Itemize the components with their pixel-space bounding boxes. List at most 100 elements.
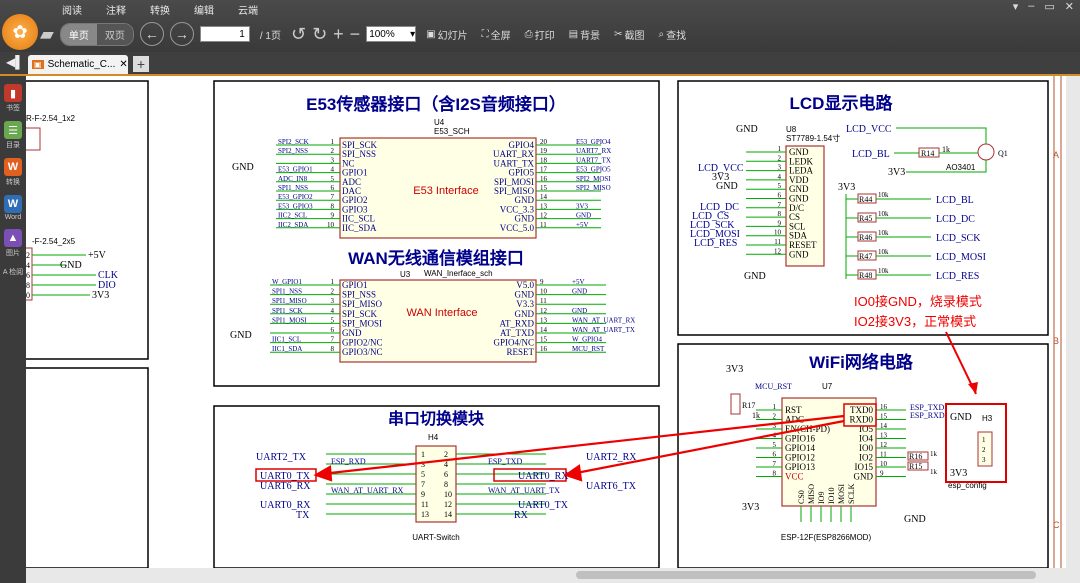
horizontal-scrollbar[interactable] bbox=[26, 568, 1080, 583]
uart-pin-number: 1 bbox=[421, 450, 425, 459]
wan-left-net: SPI1_NSS bbox=[272, 288, 302, 296]
e53-part: E53_SCH bbox=[434, 127, 470, 136]
frame-label-c: C bbox=[1053, 520, 1060, 530]
page-number-input[interactable]: 1 bbox=[199, 26, 250, 42]
esp-rxd-label: ESP_RXD bbox=[910, 411, 945, 420]
search-icon: ⌕ bbox=[658, 28, 665, 40]
menu-tab-convert[interactable]: 转换 bbox=[138, 0, 182, 20]
uart-inner-right: WAN_AT_UART_TX bbox=[488, 486, 560, 495]
res-net: LCD_DC bbox=[936, 214, 975, 225]
wifi-ref: U7 bbox=[822, 382, 833, 391]
frame-label-b: B bbox=[1053, 336, 1059, 346]
uart-right-label: RX bbox=[514, 510, 529, 521]
add-tab-button[interactable]: + bbox=[133, 56, 149, 72]
sidebar-item-word[interactable]: W Word bbox=[0, 195, 26, 221]
single-page-button[interactable]: 单页 bbox=[60, 23, 97, 45]
rotate-right-icon[interactable]: ↻ bbox=[312, 24, 327, 45]
net-gnd: GND bbox=[60, 260, 82, 271]
sidebar-item-label: A 检阅 bbox=[2, 269, 24, 276]
fullscreen-icon: ⛶ bbox=[481, 28, 489, 40]
vertical-scrollbar[interactable] bbox=[1066, 76, 1080, 568]
wan-section: WAN无线通信模组接口 U3 WAN_Inerface_sch WAN Inte… bbox=[230, 248, 635, 363]
menu-tab-edit[interactable]: 编辑 bbox=[182, 0, 226, 20]
sidebar-item-label: 目录 bbox=[6, 142, 20, 149]
wifi-bottom-pin: SCLK bbox=[847, 483, 856, 504]
collapse-sidebar-icon[interactable]: ◀▌ bbox=[6, 55, 24, 69]
zoom-in-icon[interactable]: + bbox=[333, 24, 344, 45]
wan-pin-number: 3 bbox=[331, 297, 335, 305]
sidebar-item-convert[interactable]: W 转换 bbox=[0, 158, 26, 187]
e53-right-net: SPI2_MISO bbox=[576, 184, 611, 192]
screenshot-button[interactable]: ✂ 截图 bbox=[610, 25, 648, 44]
e53-left-net: ADC_IN8 bbox=[278, 175, 308, 183]
menu-tab-read[interactable]: 阅读 bbox=[50, 0, 94, 20]
e53-left-net: E53_GPIO3 bbox=[278, 202, 313, 210]
sidebar-item-bookmark[interactable]: ▮ 书签 bbox=[0, 84, 26, 113]
sidebar-item-toc[interactable]: ☰ 目录 bbox=[0, 121, 26, 150]
mcu-rst-label: MCU_RST bbox=[755, 382, 792, 391]
wifi-right-pin: RXD0 bbox=[849, 415, 873, 425]
dropdown-icon[interactable]: ▾ bbox=[1013, 0, 1019, 13]
folder-icon[interactable]: ▰ bbox=[40, 24, 54, 45]
horizontal-scroll-thumb[interactable] bbox=[576, 571, 1036, 579]
wan-pin-number: 16 bbox=[540, 345, 548, 353]
wifi-left-pin: VCC bbox=[785, 472, 804, 482]
close-icon[interactable]: ✕ bbox=[1065, 0, 1074, 13]
uart-pin-number: 11 bbox=[421, 500, 429, 509]
zoom-out-icon[interactable]: − bbox=[350, 24, 361, 45]
background-button[interactable]: ▤ 背景 bbox=[565, 25, 604, 44]
sidebar-item-image[interactable]: ▲ 图片 bbox=[0, 229, 26, 258]
slideshow-button[interactable]: ▣ 幻灯片 bbox=[422, 25, 471, 44]
maximize-icon[interactable]: ▭ bbox=[1044, 0, 1054, 13]
conn2-part: -F-2.54_2x5 bbox=[32, 237, 76, 246]
frame-label-a: A bbox=[1053, 150, 1059, 160]
wan-left-net: IIC1_SCL bbox=[272, 336, 301, 344]
wan-pin-number: 15 bbox=[540, 336, 548, 344]
uart-part: UART-Switch bbox=[412, 533, 459, 542]
e53-left-net: IIC2_SDA bbox=[278, 221, 308, 229]
fullscreen-button[interactable]: ⛶ 全屏 bbox=[478, 25, 515, 44]
sidebar-item-review[interactable]: A 检阅 bbox=[0, 266, 26, 277]
e53-right-net: +5V bbox=[576, 221, 589, 229]
wifi-pin-number: 10 bbox=[880, 460, 888, 468]
e53-pin-number: 10 bbox=[327, 221, 335, 229]
app-logo-icon[interactable]: ✿ bbox=[2, 14, 38, 50]
lcd-pin-number: 6 bbox=[778, 192, 782, 200]
resistor-val: 10k bbox=[878, 248, 889, 256]
wan-right-net: WAN_AT_UART_TX bbox=[572, 326, 635, 334]
zoom-select[interactable]: 100% ▾ bbox=[366, 26, 417, 42]
next-page-icon[interactable]: → bbox=[169, 22, 194, 46]
e53-pin-number: 3 bbox=[331, 156, 335, 164]
wan-pin-number: 11 bbox=[540, 297, 547, 305]
wan-left-pin: GPIO3/NC bbox=[342, 347, 383, 357]
print-button[interactable]: ⎙ 打印 bbox=[521, 25, 559, 44]
double-page-button[interactable]: 双页 bbox=[96, 23, 133, 45]
prev-page-icon[interactable]: ← bbox=[139, 22, 164, 46]
uart-ref: H4 bbox=[428, 433, 439, 442]
close-tab-icon[interactable]: ✕ bbox=[119, 59, 127, 70]
wifi-3v3: 3V3 bbox=[726, 364, 743, 375]
e53-pin-number: 2 bbox=[331, 147, 335, 155]
sidebar-item-label: Word bbox=[4, 214, 22, 221]
wifi-part: ESP-12F(ESP8266MOD) bbox=[781, 533, 872, 542]
minimize-icon[interactable]: – bbox=[1028, 0, 1034, 13]
menu-tab-annotate[interactable]: 注释 bbox=[94, 0, 138, 20]
h3-pin: 3 bbox=[982, 456, 986, 464]
background-icon: ▤ bbox=[568, 28, 579, 40]
uart-left-label: TX bbox=[296, 510, 310, 521]
wan-ref: U3 bbox=[400, 270, 411, 279]
e53-left-net: SPI2_NSS bbox=[278, 147, 308, 155]
wan-left-net: W_GPIO1 bbox=[272, 278, 302, 286]
pdf-file-icon: ▣ bbox=[32, 60, 44, 69]
menu-tab-cloud[interactable]: 云端 bbox=[226, 0, 270, 20]
wifi-pin-number: 9 bbox=[880, 470, 884, 478]
search-button[interactable]: ⌕ 查找 bbox=[654, 25, 690, 44]
wan-right-pin: AT_TXD bbox=[500, 328, 534, 338]
document-tab[interactable]: ▣ Schematic_C... ✕ bbox=[28, 55, 128, 74]
wan-pin-number: 1 bbox=[331, 278, 335, 286]
left-frame-bottom bbox=[26, 367, 149, 568]
lcd-pin-number: 7 bbox=[778, 201, 782, 209]
rotate-left-icon[interactable]: ↺ bbox=[291, 24, 306, 45]
e53-pin-number: 11 bbox=[540, 221, 547, 229]
wifi-pin-number: 5 bbox=[773, 441, 777, 449]
